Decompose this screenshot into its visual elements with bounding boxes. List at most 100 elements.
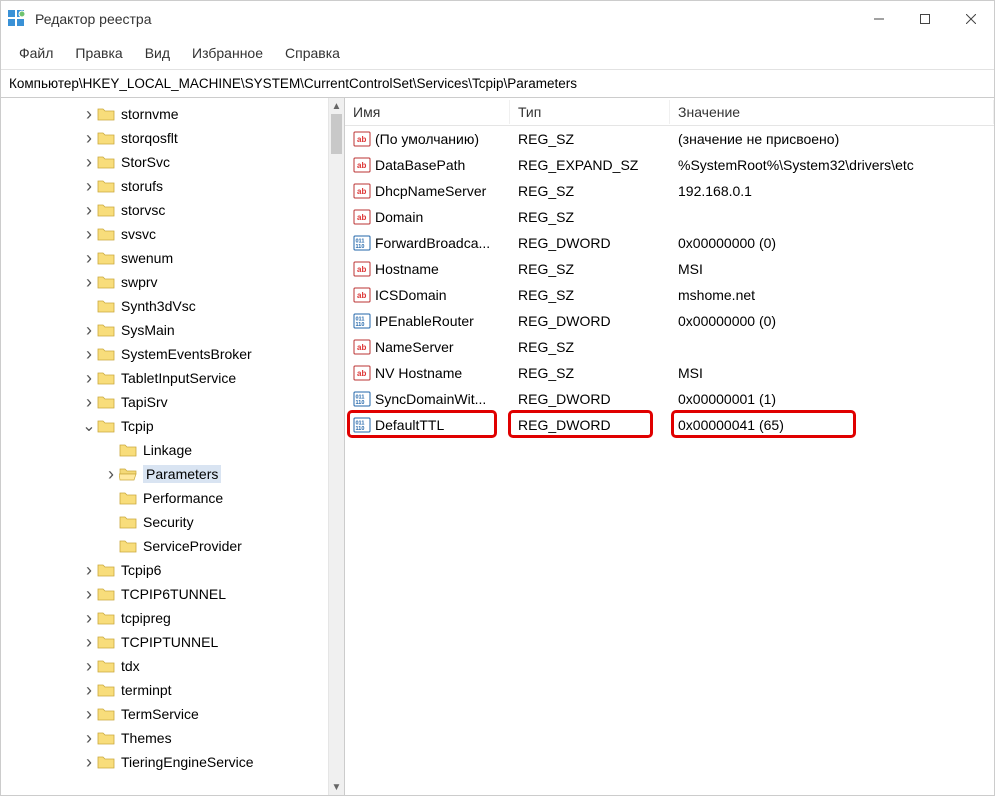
header-type[interactable]: Тип — [510, 100, 670, 124]
chevron-right-icon[interactable]: › — [81, 728, 97, 749]
tree-node[interactable]: › StorSvc — [1, 150, 328, 174]
tree-node[interactable]: ›TabletInputService — [1, 366, 328, 390]
tree-node[interactable]: ›TieringEngineService — [1, 750, 328, 774]
value-name: Domain — [375, 209, 423, 225]
chevron-right-icon[interactable]: › — [81, 200, 97, 221]
chevron-right-icon[interactable]: › — [81, 320, 97, 341]
tree-node[interactable]: ›terminpt — [1, 678, 328, 702]
tree-node[interactable]: ServiceProvider — [1, 534, 328, 558]
tree-node[interactable]: ›swenum — [1, 246, 328, 270]
chevron-right-icon[interactable]: › — [81, 224, 97, 245]
chevron-down-icon[interactable]: ⌄ — [81, 416, 97, 436]
value-row[interactable]: DefaultTTLREG_DWORD0x00000041 (65) — [345, 412, 994, 438]
tree-node[interactable]: Performance — [1, 486, 328, 510]
tree-node[interactable]: ›TapiSrv — [1, 390, 328, 414]
chevron-right-icon[interactable]: › — [81, 608, 97, 629]
tree-node[interactable]: Linkage — [1, 438, 328, 462]
tree-node[interactable]: ⌄Tcpip — [1, 414, 328, 438]
chevron-right-icon[interactable]: › — [81, 680, 97, 701]
value-row[interactable]: ICSDomainREG_SZmshome.net — [345, 282, 994, 308]
minimize-button[interactable] — [856, 1, 902, 37]
tree-node-label: TCPIP6TUNNEL — [121, 586, 226, 602]
value-row[interactable]: HostnameREG_SZMSI — [345, 256, 994, 282]
address-bar[interactable]: Компьютер\HKEY_LOCAL_MACHINE\SYSTEM\Curr… — [1, 70, 994, 98]
folder-icon — [97, 371, 115, 385]
tree-node[interactable]: ›Themes — [1, 726, 328, 750]
tree-node[interactable]: ›swprv — [1, 270, 328, 294]
chevron-right-icon[interactable]: › — [81, 248, 97, 269]
chevron-right-icon[interactable]: › — [81, 176, 97, 197]
tree-scrollbar[interactable]: ▲ ▼ — [328, 98, 344, 795]
tree-node[interactable]: ›storvsc — [1, 198, 328, 222]
tree-node[interactable]: ›svsvc — [1, 222, 328, 246]
value-row[interactable]: DataBasePathREG_EXPAND_SZ%SystemRoot%\Sy… — [345, 152, 994, 178]
chevron-right-icon[interactable]: › — [81, 632, 97, 653]
chevron-right-icon[interactable]: › — [81, 704, 97, 725]
chevron-right-icon[interactable]: › — [81, 584, 97, 605]
tree-node[interactable]: ›SysMain — [1, 318, 328, 342]
value-data: 192.168.0.1 — [670, 181, 994, 201]
registry-editor-window: Редактор реестра Файл Правка Вид Избранн… — [0, 0, 995, 796]
chevron-right-icon[interactable]: › — [81, 656, 97, 677]
chevron-right-icon[interactable]: › — [81, 560, 97, 581]
tree-node-label: StorSvc — [121, 154, 170, 170]
header-name[interactable]: Имя — [345, 100, 510, 124]
folder-icon — [119, 515, 137, 529]
tree-node-label: Performance — [143, 490, 223, 506]
tree-node-label: TermService — [121, 706, 199, 722]
chevron-right-icon[interactable]: › — [81, 392, 97, 413]
maximize-button[interactable] — [902, 1, 948, 37]
menu-help[interactable]: Справка — [275, 41, 350, 65]
reg-dword-icon — [353, 390, 371, 408]
window-title: Редактор реестра — [35, 11, 152, 27]
reg-sz-icon — [353, 260, 371, 278]
scroll-up-icon[interactable]: ▲ — [329, 98, 344, 114]
value-type: REG_SZ — [510, 363, 670, 383]
close-button[interactable] — [948, 1, 994, 37]
folder-icon — [119, 443, 137, 457]
chevron-right-icon[interactable]: › — [81, 272, 97, 293]
chevron-right-icon[interactable]: › — [81, 128, 97, 149]
chevron-right-icon[interactable]: › — [103, 464, 119, 485]
value-type: REG_SZ — [510, 181, 670, 201]
scroll-thumb[interactable] — [331, 114, 342, 154]
chevron-right-icon[interactable]: › — [81, 104, 97, 125]
value-row[interactable]: SyncDomainWit...REG_DWORD0x00000001 (1) — [345, 386, 994, 412]
key-tree[interactable]: ›stornvme›storqosflt›StorSvc›storufs›sto… — [1, 98, 328, 778]
tree-node[interactable]: ›storufs — [1, 174, 328, 198]
tree-node[interactable]: ›storqosflt — [1, 126, 328, 150]
chevron-right-icon[interactable]: › — [81, 344, 97, 365]
value-row[interactable]: NameServerREG_SZ — [345, 334, 994, 360]
chevron-right-icon[interactable]: › — [81, 368, 97, 389]
value-type: REG_SZ — [510, 337, 670, 357]
value-row[interactable]: DomainREG_SZ — [345, 204, 994, 230]
menu-view[interactable]: Вид — [135, 41, 180, 65]
tree-node[interactable]: › TCPIP6TUNNEL — [1, 582, 328, 606]
reg-dword-icon — [353, 234, 371, 252]
menu-edit[interactable]: Правка — [65, 41, 132, 65]
tree-node[interactable]: ›tcpipreg — [1, 606, 328, 630]
tree-node[interactable]: ›tdx — [1, 654, 328, 678]
value-row[interactable]: IPEnableRouterREG_DWORD0x00000000 (0) — [345, 308, 994, 334]
tree-node[interactable]: Security — [1, 510, 328, 534]
tree-node[interactable]: › TermService — [1, 702, 328, 726]
menu-file[interactable]: Файл — [9, 41, 63, 65]
value-row[interactable]: NV HostnameREG_SZMSI — [345, 360, 994, 386]
tree-node[interactable]: ›SystemEventsBroker — [1, 342, 328, 366]
value-row[interactable]: (По умолчанию)REG_SZ(значение не присвое… — [345, 126, 994, 152]
value-name-cell: DefaultTTL — [345, 414, 510, 436]
menu-favorites[interactable]: Избранное — [182, 41, 273, 65]
value-row[interactable]: ForwardBroadca...REG_DWORD0x00000000 (0) — [345, 230, 994, 256]
tree-node[interactable]: Synth3dVsc — [1, 294, 328, 318]
tree-node-label: stornvme — [121, 106, 179, 122]
chevron-right-icon[interactable]: › — [81, 152, 97, 173]
value-row[interactable]: DhcpNameServerREG_SZ192.168.0.1 — [345, 178, 994, 204]
header-value[interactable]: Значение — [670, 100, 994, 124]
tree-node[interactable]: ›TCPIPTUNNEL — [1, 630, 328, 654]
chevron-right-icon[interactable]: › — [81, 752, 97, 773]
scroll-down-icon[interactable]: ▼ — [329, 779, 344, 795]
folder-icon — [97, 611, 115, 625]
tree-node[interactable]: › stornvme — [1, 102, 328, 126]
tree-node[interactable]: ›Parameters — [1, 462, 328, 486]
tree-node[interactable]: ›Tcpip6 — [1, 558, 328, 582]
